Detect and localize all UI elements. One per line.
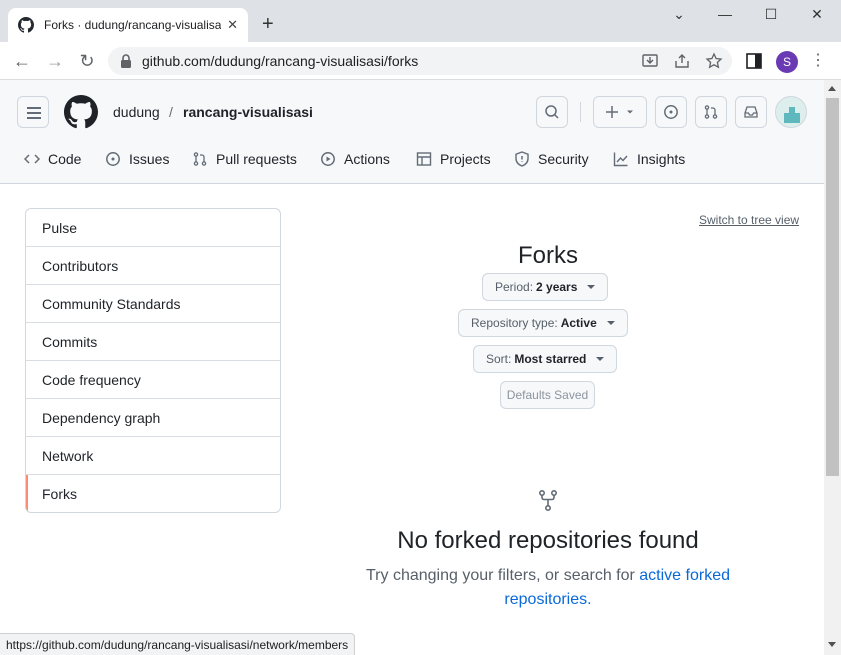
insights-sidebar: Pulse Contributors Community Standards C… <box>25 208 281 513</box>
tab-pull-requests-label: Pull requests <box>216 151 297 167</box>
search-button[interactable] <box>536 96 568 128</box>
github-favicon-icon <box>18 17 34 33</box>
link-status-bar: https://github.com/dudung/rancang-visual… <box>0 633 356 655</box>
tab-projects-label: Projects <box>440 151 491 167</box>
breadcrumb-separator: / <box>169 104 173 120</box>
browser-tab[interactable]: Forks · dudung/rancang-visualisasi ✕ <box>8 8 248 42</box>
header-divider <box>580 102 581 122</box>
switch-tree-view-link[interactable]: Switch to tree view <box>699 213 799 227</box>
tab-issues-label: Issues <box>129 151 170 167</box>
scroll-down-icon[interactable] <box>828 642 836 647</box>
side-panel-icon[interactable] <box>745 52 763 70</box>
breadcrumb-owner[interactable]: dudung <box>113 104 160 120</box>
tab-insights[interactable]: Insights <box>613 151 685 167</box>
github-header: dudung / rancang-visualisasi Code Issues… <box>0 80 824 184</box>
lock-icon <box>121 54 131 68</box>
tab-security[interactable]: Security <box>514 151 589 167</box>
install-icon[interactable] <box>641 52 659 70</box>
tab-issues[interactable]: Issues <box>105 151 169 167</box>
url-text: github.com/dudung/rancang-visualisasi/fo… <box>142 53 419 69</box>
back-icon[interactable]: ← <box>12 51 32 71</box>
close-window-icon[interactable]: ✕ <box>802 6 832 23</box>
tab-pull-requests[interactable]: Pull requests <box>192 151 297 167</box>
sidebar-item-pulse[interactable]: Pulse <box>26 209 280 247</box>
scrollbar-thumb[interactable] <box>826 98 839 476</box>
code-icon <box>24 154 40 164</box>
tab-code[interactable]: Code <box>24 151 81 167</box>
page-title: Forks <box>518 242 578 269</box>
address-bar[interactable]: github.com/dudung/rancang-visualisasi/fo… <box>108 47 732 75</box>
plus-icon <box>606 106 618 118</box>
share-icon[interactable] <box>673 52 691 70</box>
inbox-icon <box>744 106 758 118</box>
empty-desc-text: Try changing your filters, or search for <box>365 567 640 584</box>
profile-avatar[interactable]: S <box>776 51 798 73</box>
period-value: 2 years <box>536 280 578 294</box>
sort-value: Most starred <box>514 352 587 366</box>
identicon-icon <box>784 107 800 123</box>
caret-down-icon <box>596 357 605 361</box>
new-tab-icon[interactable]: + <box>262 14 274 34</box>
shield-icon <box>515 151 529 167</box>
period-label: Period: <box>495 280 534 294</box>
tab-close-icon[interactable]: ✕ <box>227 17 238 33</box>
user-avatar[interactable] <box>775 96 807 128</box>
browser-toolbar: ← → ↻ github.com/dudung/rancang-visualis… <box>0 42 841 80</box>
repo-navigation: Code Issues Pull requests Actions Projec… <box>0 143 824 179</box>
tab-insights-label: Insights <box>637 151 686 167</box>
tab-title: Forks · dudung/rancang-visualisasi <box>44 18 222 32</box>
tab-actions[interactable]: Actions <box>320 151 390 167</box>
tab-code-label: Code <box>48 151 82 167</box>
search-icon <box>545 105 559 119</box>
repo-forked-icon <box>538 489 558 511</box>
tab-projects[interactable]: Projects <box>416 151 491 167</box>
pull-request-icon <box>193 152 207 166</box>
sort-select[interactable]: Sort: Most starred <box>473 345 618 373</box>
sidebar-item-commits[interactable]: Commits <box>26 323 280 361</box>
sort-label: Sort: <box>486 352 512 366</box>
repo-type-select[interactable]: Repository type: Active <box>458 309 628 337</box>
period-select[interactable]: Period: 2 years <box>482 273 609 301</box>
sidebar-item-community-standards[interactable]: Community Standards <box>26 285 280 323</box>
sidebar-item-forks[interactable]: Forks <box>26 475 280 512</box>
inbox-button[interactable] <box>735 96 767 128</box>
github-logo-icon[interactable] <box>64 95 98 129</box>
minimize-icon[interactable]: — <box>710 6 740 22</box>
breadcrumb-repo[interactable]: rancang-visualisasi <box>183 104 313 120</box>
issues-button[interactable] <box>655 96 687 128</box>
repo-type-value: Active <box>560 316 597 330</box>
sidebar-item-contributors[interactable]: Contributors <box>26 247 280 285</box>
tab-security-label: Security <box>538 151 589 167</box>
hamburger-menu-button[interactable] <box>17 96 49 128</box>
graph-icon <box>613 152 628 167</box>
issue-opened-icon <box>664 105 678 119</box>
tab-actions-label: Actions <box>344 151 390 167</box>
empty-state-description: Try changing your filters, or search for… <box>360 564 736 612</box>
play-icon <box>321 152 335 166</box>
maximize-icon[interactable]: ☐ <box>756 6 786 23</box>
reload-icon[interactable]: ↻ <box>77 51 97 71</box>
sidebar-item-code-frequency[interactable]: Code frequency <box>26 361 280 399</box>
table-icon <box>416 152 432 166</box>
caret-down-icon <box>606 321 615 325</box>
scroll-up-icon[interactable] <box>828 86 836 91</box>
pull-requests-button[interactable] <box>695 96 727 128</box>
empty-state-title: No forked repositories found <box>397 527 699 554</box>
git-pull-request-icon <box>704 105 718 119</box>
menu-kebab-icon[interactable]: ⋮ <box>808 51 828 71</box>
create-new-button[interactable] <box>593 96 647 128</box>
defaults-saved-button[interactable]: Defaults Saved <box>500 381 595 409</box>
forward-icon[interactable]: → <box>45 51 65 71</box>
browser-titlebar: Forks · dudung/rancang-visualisasi ✕ + ⌄… <box>0 0 841 42</box>
sidebar-item-network[interactable]: Network <box>26 437 280 475</box>
caret-down-icon <box>587 285 596 289</box>
bookmark-star-icon[interactable] <box>705 52 723 70</box>
issue-icon <box>106 152 120 166</box>
triangle-down-icon <box>627 110 633 114</box>
sidebar-item-dependency-graph[interactable]: Dependency graph <box>26 399 280 437</box>
repo-type-label: Repository type: <box>471 316 558 330</box>
tab-search-icon[interactable]: ⌄ <box>664 6 694 23</box>
